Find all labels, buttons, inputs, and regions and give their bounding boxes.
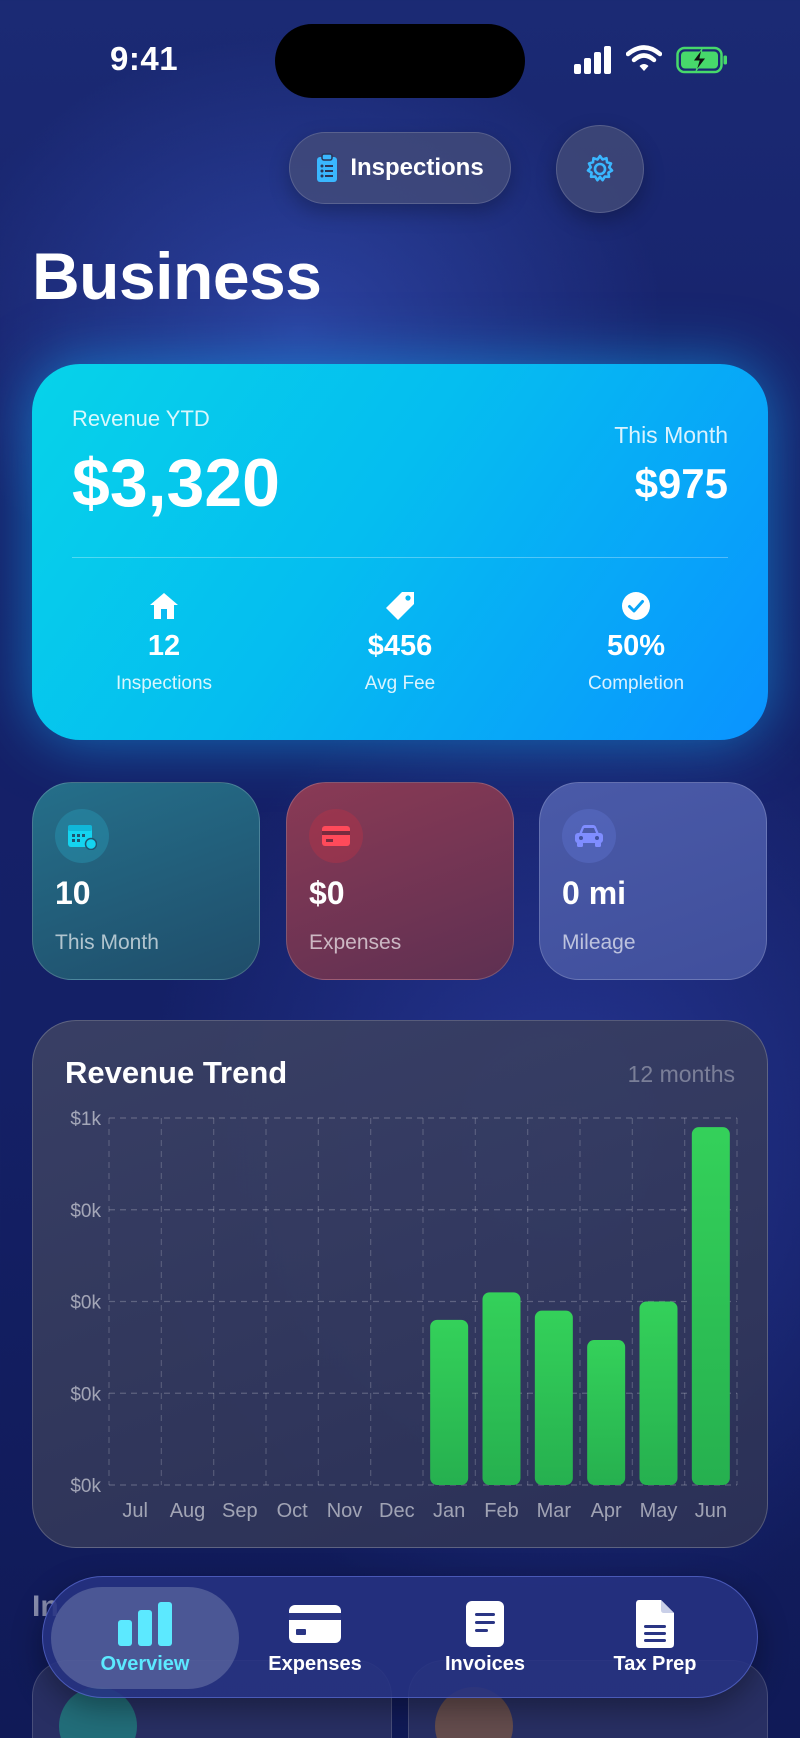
x-tick-label: Oct	[277, 1500, 309, 1522]
card-value: 10	[55, 875, 91, 911]
mileage-card[interactable]: 0 mi Mileage	[539, 782, 767, 980]
revenue-trend-chart: $0k $0k $0k $0k $1k Jul Aug Sep Oct Nov Dec Jan Feb M…	[70, 1109, 738, 1522]
x-tick-label: May	[640, 1500, 678, 1522]
stat-label: Avg Fee	[364, 673, 436, 694]
revenue-trend-card[interactable]: Revenue Trend 12 months $0k $0k $0k $0k $1k J…	[32, 1020, 768, 1548]
divider	[72, 557, 728, 558]
credit-card-icon	[322, 826, 350, 846]
this-month-label: This Month	[614, 422, 728, 448]
y-tick-label: $0k	[70, 1384, 101, 1405]
x-tick-label: Apr	[591, 1500, 622, 1522]
credit-card-icon-badge	[309, 809, 363, 863]
card-label: Expenses	[309, 931, 402, 954]
bar-may	[639, 1301, 678, 1485]
inspections-button[interactable]: Inspections	[289, 132, 511, 204]
x-tick-label: Mar	[537, 1500, 572, 1522]
tab-label: Tax Prep	[613, 1653, 697, 1675]
x-tick-label: Aug	[170, 1500, 206, 1522]
month-inspections-card[interactable]: 10 This Month	[32, 782, 260, 980]
card-label: Mileage	[562, 931, 636, 954]
dynamic-island	[275, 24, 525, 98]
stat-value: 12	[147, 630, 181, 662]
this-month-value: $975	[634, 460, 728, 507]
car-icon	[575, 825, 603, 847]
tab-label: Expenses	[268, 1653, 362, 1675]
y-tick-label: $1k	[70, 1109, 101, 1130]
invoice-icon	[466, 1601, 504, 1647]
bar-apr	[587, 1340, 626, 1485]
expenses-card[interactable]: $0 Expenses	[286, 782, 514, 980]
revenue-summary-card[interactable]: Revenue YTD $3,320 This Month $975 12 In…	[32, 364, 768, 740]
calendar-icon	[68, 825, 97, 850]
check-circle-icon	[622, 592, 650, 620]
x-tick-label: Dec	[379, 1500, 415, 1522]
gear-icon	[586, 154, 614, 182]
page-title: Business	[32, 239, 322, 313]
bar-jan	[430, 1319, 469, 1485]
cellular-signal-icon	[574, 46, 614, 74]
y-tick-label: $0k	[70, 1476, 101, 1497]
document-icon	[636, 1600, 674, 1648]
bar-mar	[534, 1310, 573, 1485]
revenue-ytd-label: Revenue YTD	[72, 406, 210, 431]
stat-value: $456	[367, 630, 433, 662]
x-tick-label: Jun	[695, 1500, 727, 1522]
revenue-ytd-value: $3,320	[72, 445, 280, 521]
tab-expenses[interactable]: Expenses	[221, 1587, 409, 1689]
card-label: This Month	[55, 931, 159, 954]
inspections-button-label: Inspections	[350, 154, 484, 181]
card-value: $0	[309, 875, 345, 911]
status-time: 9:41	[110, 40, 179, 77]
tab-label: Overview	[100, 1653, 190, 1675]
tab-label: Invoices	[444, 1653, 526, 1675]
status-bar: 9:41	[0, 0, 800, 120]
stat-label: Completion	[587, 673, 685, 694]
tab-bar: Overview Expenses Invoices Tax Prep	[42, 1576, 758, 1698]
x-tick-label: Sep	[222, 1500, 258, 1522]
clipboard-icon	[317, 153, 338, 182]
y-tick-label: $0k	[70, 1293, 101, 1314]
x-tick-label: Jan	[433, 1500, 465, 1522]
card-value: 0 mi	[562, 875, 627, 911]
settings-button[interactable]	[556, 125, 644, 213]
battery-charging-icon	[676, 46, 727, 74]
tab-invoices[interactable]: Invoices	[391, 1587, 579, 1689]
calendar-icon-badge	[55, 809, 109, 863]
credit-card-icon	[289, 1605, 341, 1643]
stat-inspections: 12 Inspections	[46, 590, 282, 695]
bar-chart-icon	[118, 1602, 172, 1646]
tab-tax-prep[interactable]: Tax Prep	[561, 1587, 749, 1689]
stat-value: 50%	[606, 630, 666, 662]
stat-label: Inspections	[115, 673, 213, 694]
tag-icon	[386, 592, 414, 620]
x-tick-label: Jul	[122, 1500, 148, 1522]
stat-avg-fee: $456 Avg Fee	[282, 590, 518, 695]
car-icon-badge	[562, 809, 616, 863]
tab-overview[interactable]: Overview	[51, 1587, 239, 1689]
house-icon	[150, 593, 178, 619]
y-tick-label: $0k	[70, 1201, 101, 1222]
bar-feb	[482, 1292, 521, 1485]
x-tick-label: Nov	[327, 1500, 363, 1522]
x-tick-label: Feb	[484, 1500, 518, 1522]
bar-jun	[691, 1127, 730, 1485]
stat-completion: 50% Completion	[518, 590, 754, 695]
wifi-icon	[626, 45, 662, 71]
